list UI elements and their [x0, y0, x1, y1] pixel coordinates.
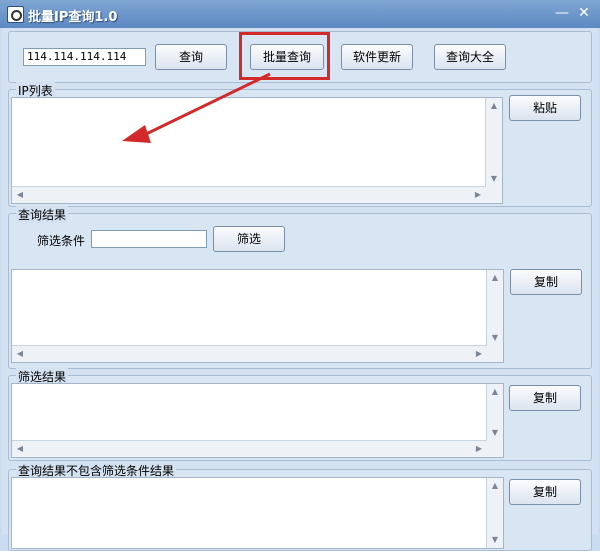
copy-excluded-results-button[interactable]: 复制: [509, 479, 581, 505]
scroll-down-icon[interactable]: ▼: [487, 330, 503, 346]
copy-filter-results-button[interactable]: 复制: [509, 385, 581, 411]
paste-button[interactable]: 粘贴: [509, 95, 581, 121]
window-title: 批量IP查询1.0: [28, 10, 118, 25]
close-button[interactable]: ✕: [574, 4, 594, 22]
ip-list-textarea[interactable]: ▲ ▼ ◀ ▶: [11, 97, 503, 204]
query-results-vertical-scrollbar[interactable]: ▲ ▼: [486, 270, 503, 346]
query-results-textarea[interactable]: ▲ ▼ ◀ ▶: [11, 269, 504, 363]
scroll-up-icon[interactable]: ▲: [486, 98, 502, 114]
scroll-right-icon[interactable]: ▶: [471, 441, 487, 457]
ip-input[interactable]: 114.114.114.114: [23, 48, 146, 66]
ip-list-vertical-scrollbar[interactable]: ▲ ▼: [485, 98, 502, 187]
scroll-left-icon[interactable]: ◀: [12, 441, 28, 457]
software-update-button[interactable]: 软件更新: [341, 44, 413, 70]
filter-results-horizontal-scrollbar[interactable]: ◀ ▶: [12, 440, 487, 457]
scroll-up-icon[interactable]: ▲: [487, 270, 503, 286]
scroll-down-icon[interactable]: ▼: [487, 425, 503, 441]
ip-list-horizontal-scrollbar[interactable]: ◀ ▶: [12, 186, 486, 203]
scroll-up-icon[interactable]: ▲: [487, 384, 503, 400]
scroll-corner: [486, 187, 502, 203]
filter-results-textarea[interactable]: ▲ ▼ ◀ ▶: [11, 383, 504, 458]
scroll-left-icon[interactable]: ◀: [12, 187, 28, 203]
query-results-horizontal-scrollbar[interactable]: ◀ ▶: [12, 345, 487, 362]
title-bar[interactable]: 批量IP查询1.0 — ✕: [0, 0, 600, 28]
scroll-right-icon[interactable]: ▶: [471, 346, 487, 362]
query-all-button[interactable]: 查询大全: [434, 44, 506, 70]
filter-results-vertical-scrollbar[interactable]: ▲ ▼: [486, 384, 503, 441]
annotation-highlight-box: [239, 32, 330, 80]
scroll-up-icon[interactable]: ▲: [487, 478, 503, 494]
scroll-left-icon[interactable]: ◀: [12, 346, 28, 362]
filter-condition-input[interactable]: [91, 230, 207, 248]
scroll-down-icon[interactable]: ▼: [486, 171, 502, 187]
copy-query-results-button[interactable]: 复制: [510, 269, 582, 295]
scroll-corner: [487, 346, 503, 362]
excluded-results-vertical-scrollbar[interactable]: ▲ ▼: [486, 478, 503, 548]
excluded-results-textarea[interactable]: ▲ ▼: [11, 477, 504, 549]
scroll-corner: [487, 441, 503, 457]
scroll-right-icon[interactable]: ▶: [470, 187, 486, 203]
query-button[interactable]: 查询: [155, 44, 227, 70]
minimize-button[interactable]: —: [552, 4, 572, 22]
app-icon: [7, 6, 24, 23]
query-results-legend: 查询结果: [16, 206, 69, 223]
filter-condition-label: 筛选条件: [37, 234, 86, 248]
window-client: 114.114.114.114 查询 批量查询 软件更新 查询大全 IP列表 ▲…: [2, 28, 598, 551]
scroll-down-icon[interactable]: ▼: [487, 532, 503, 548]
filter-button[interactable]: 筛选: [213, 226, 285, 252]
